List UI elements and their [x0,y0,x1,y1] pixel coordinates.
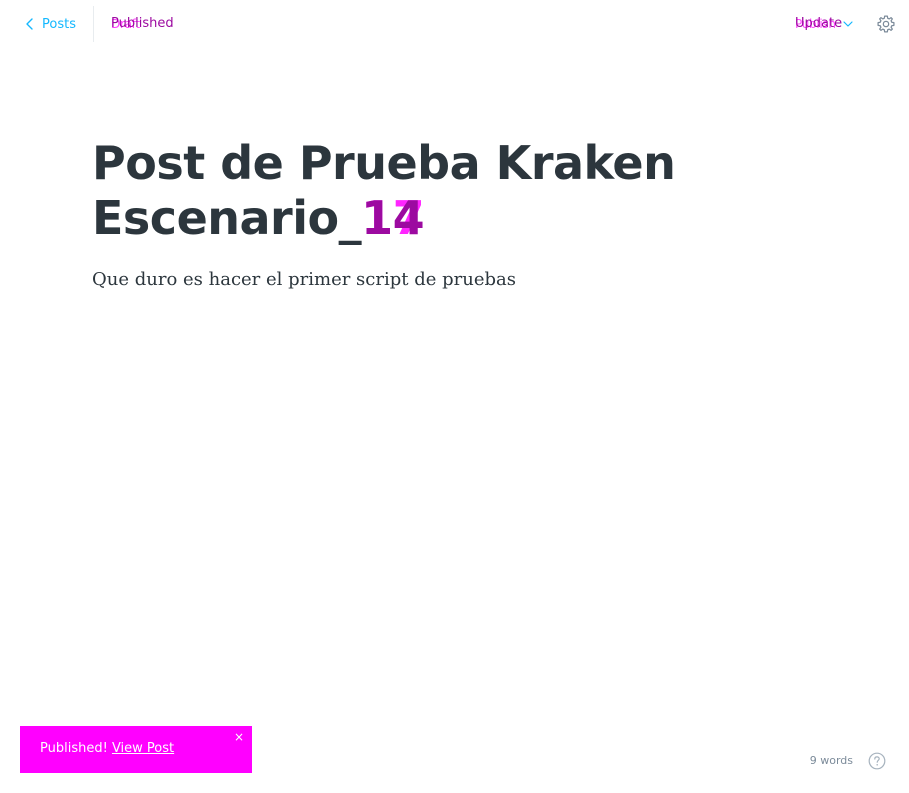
post-body-field[interactable]: Que duro es hacer el primer script de pr… [92,266,732,294]
post-title-number-current: 14 [361,191,425,245]
update-menu-trigger[interactable]: Publish Update [795,14,853,34]
back-link-label: Posts [42,16,76,32]
published-notification: Published! View Post × [20,726,252,773]
close-icon[interactable]: × [234,730,244,744]
word-count: 9 words [809,754,853,767]
chevron-down-icon [843,21,853,27]
post-title-number: 17 14 [361,191,425,246]
gear-icon[interactable] [876,14,896,34]
view-post-link[interactable]: View Post [112,741,174,756]
post-title-field[interactable]: Post de Prueba Kraken Escenario_ 17 14 [92,136,732,246]
topbar-divider [93,6,94,42]
editor-content: Post de Prueba Kraken Escenario_ 17 14 Que… [92,136,732,294]
notification-message: Published! View Post [40,741,174,756]
back-to-posts-link[interactable]: Posts [24,7,76,41]
post-status-label: Published [111,16,174,31]
update-label-stack: Publish Update [795,16,843,32]
chevron-left-icon [26,18,33,30]
question-circle-icon[interactable] [868,752,886,770]
editor-topbar: Posts Draft Published Publish Update [0,0,909,48]
notification-text: Published! [40,741,108,756]
update-label: Update [795,16,843,31]
post-editor-page: Posts Draft Published Publish Update Pos… [0,0,909,793]
